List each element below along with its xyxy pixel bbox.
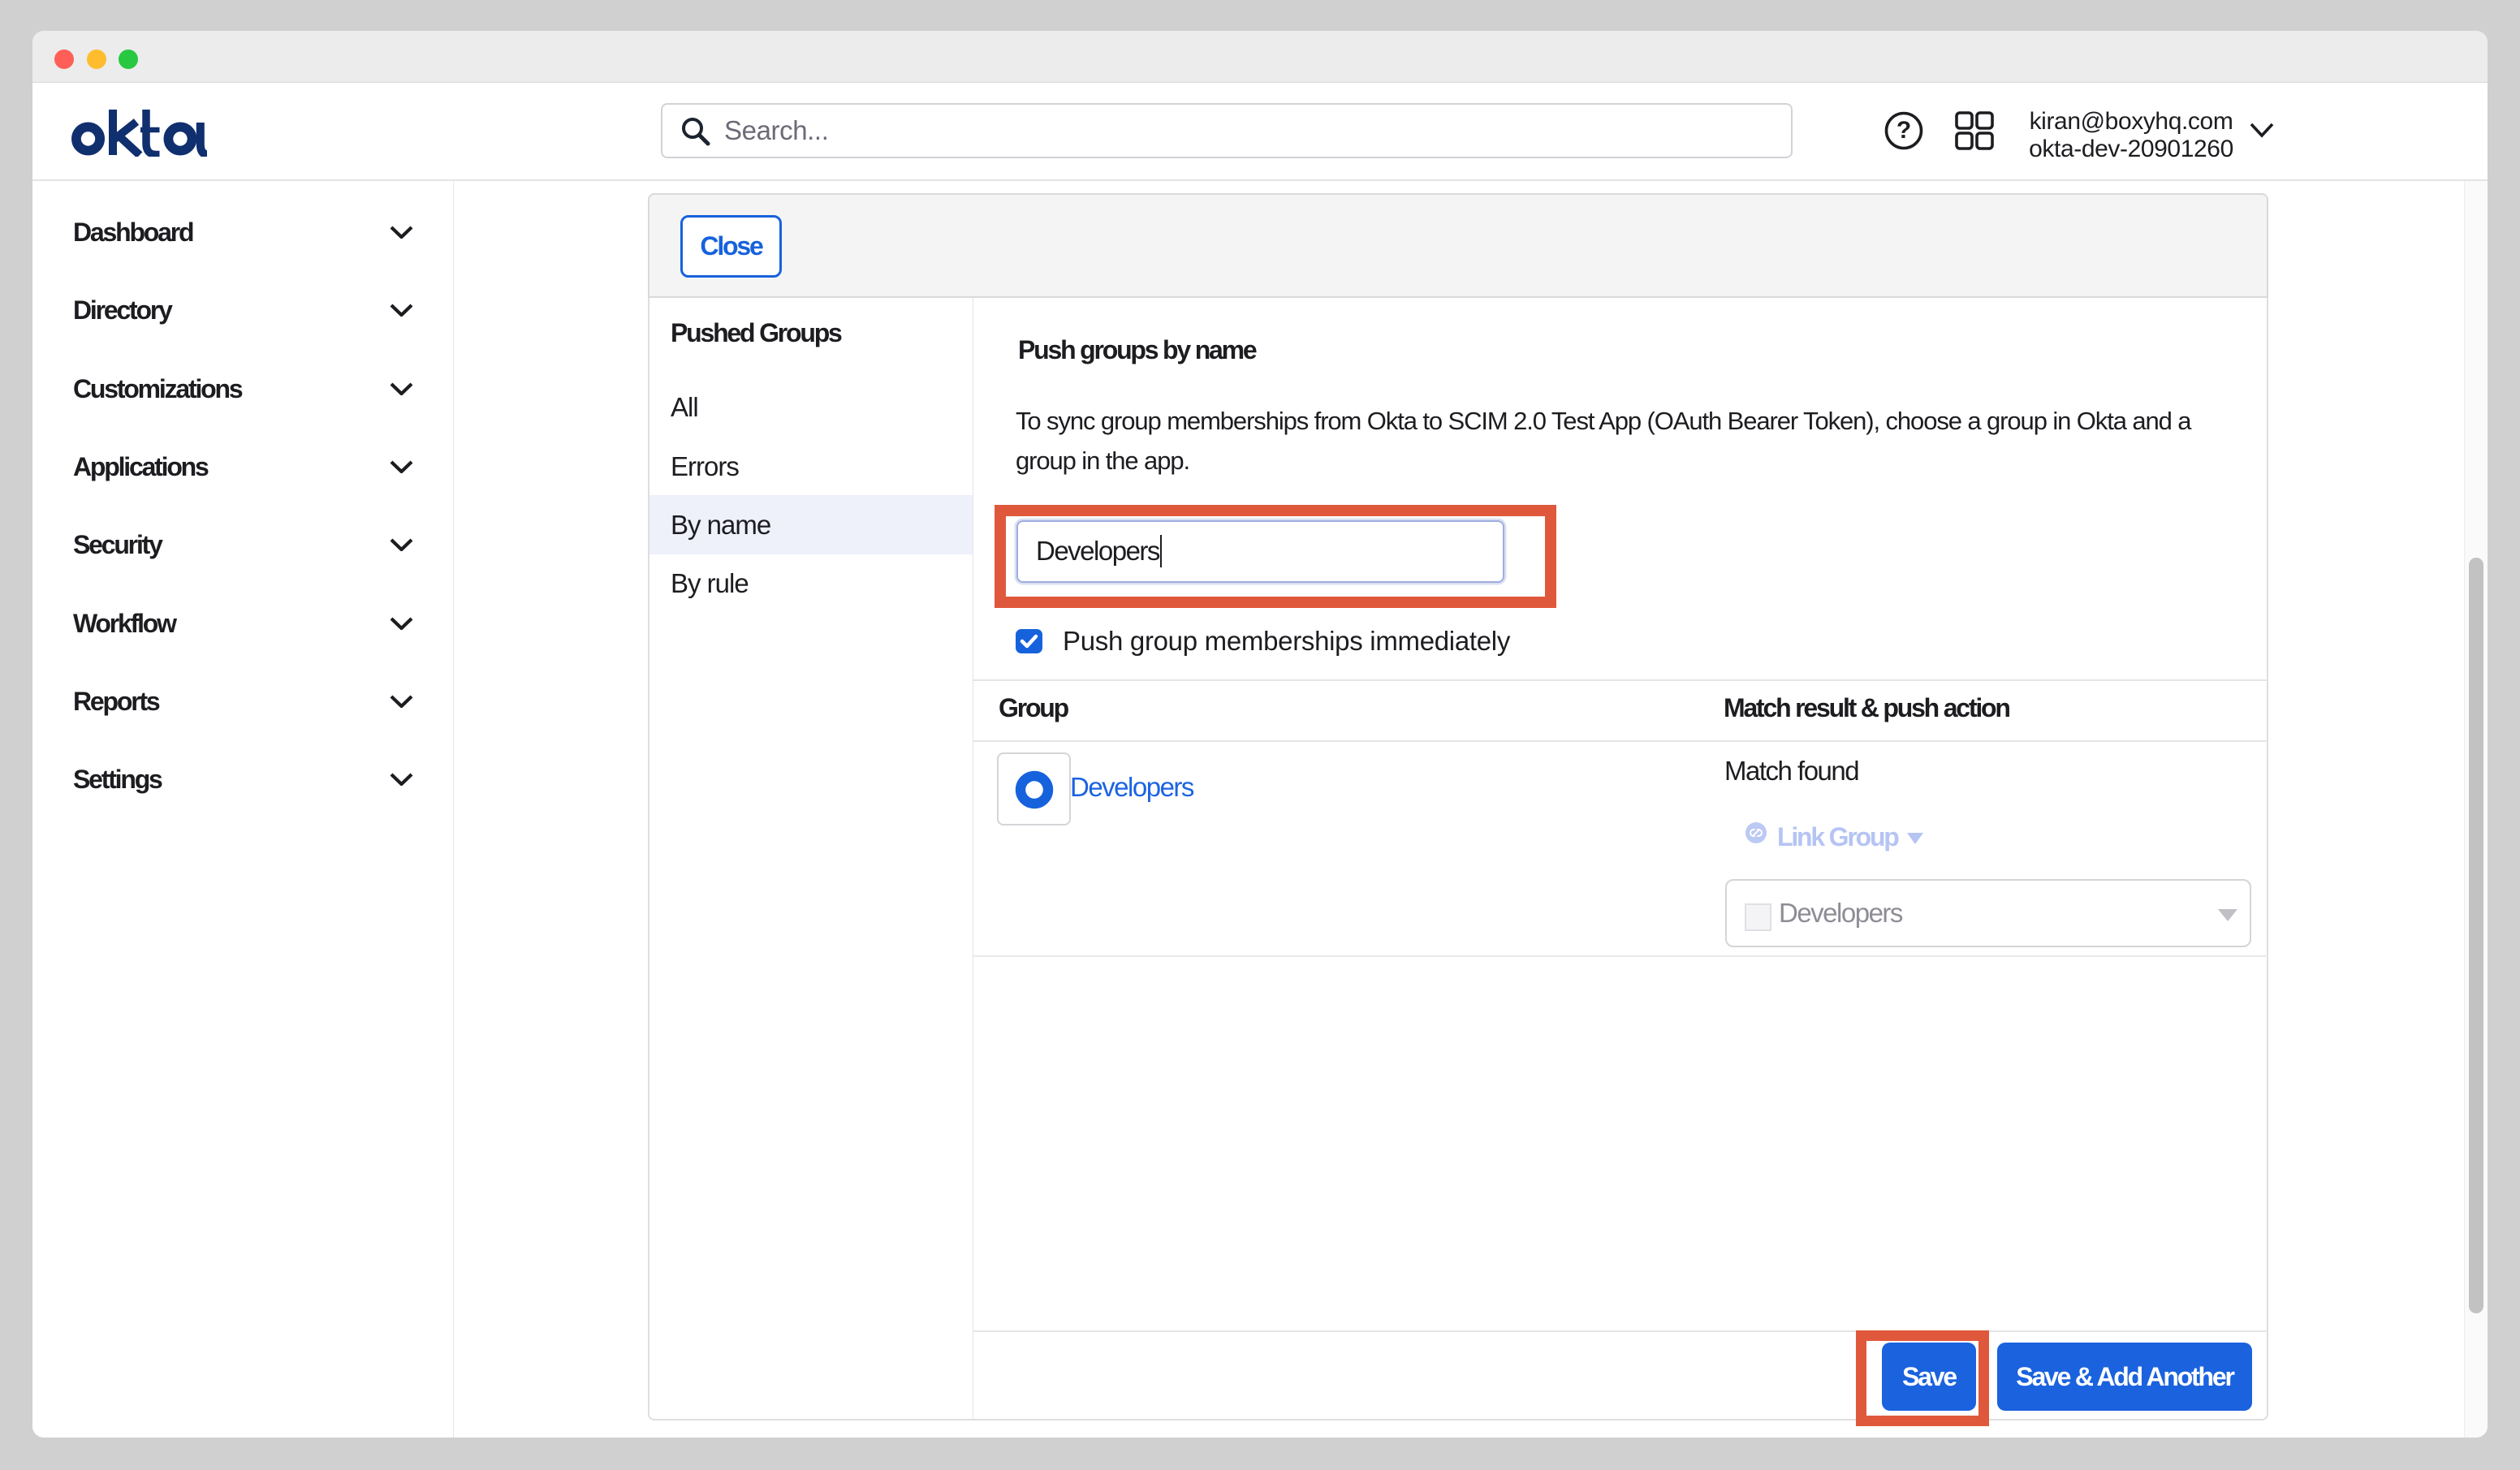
svg-text:?: ? — [1896, 117, 1911, 144]
